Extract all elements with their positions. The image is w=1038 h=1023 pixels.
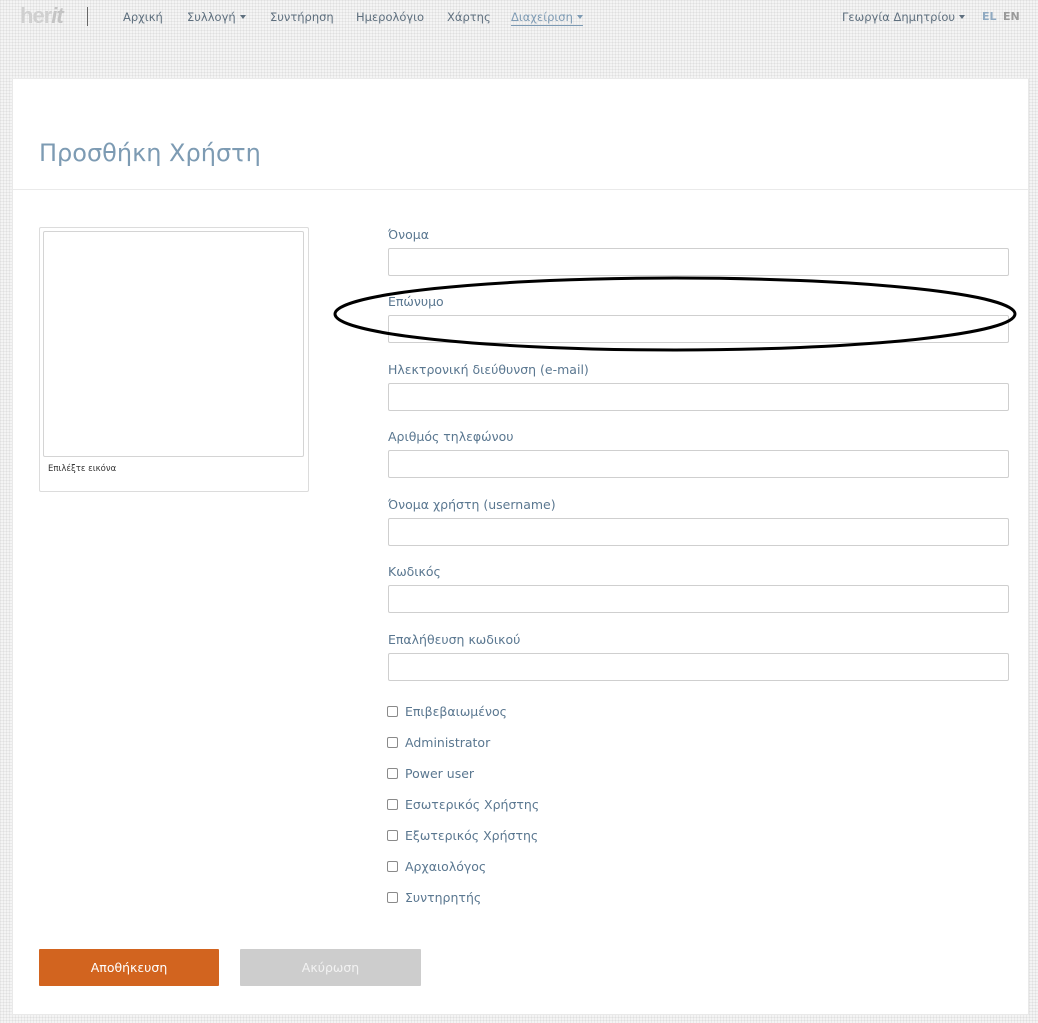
nav-item-collection-label: Συλλογή: [187, 10, 236, 24]
user-menu[interactable]: Γεωργία Δημητρίου: [842, 10, 966, 24]
page-title: Προσθήκη Χρήστη: [39, 139, 261, 167]
checkbox-conservator-label: Συντηρητής: [405, 890, 482, 905]
checkbox-administrator-label: Administrator: [405, 735, 491, 750]
nav-item-administration[interactable]: Διαχείριση: [511, 10, 583, 26]
checkbox-external-user-box[interactable]: [387, 830, 398, 841]
nav-item-home[interactable]: Αρχική: [123, 10, 163, 24]
title-divider: [13, 189, 1028, 190]
cancel-button[interactable]: Ακύρωση: [240, 949, 421, 986]
lang-el-link[interactable]: EL: [982, 10, 997, 23]
password-field[interactable]: [388, 585, 1009, 613]
checkbox-internal-user-label: Εσωτερικός Χρήστης: [405, 797, 540, 812]
username-label: Όνομα χρήστη (username): [388, 497, 556, 512]
checkbox-archaeologist-label: Αρχαιολόγος: [405, 859, 487, 874]
email-field[interactable]: [388, 383, 1009, 411]
image-picker[interactable]: Επιλέξτε εικόνα: [39, 227, 309, 492]
checkbox-verified-label: Επιβεβαιωμένος: [405, 704, 507, 719]
chevron-down-icon: [239, 14, 246, 19]
nav-item-conservation[interactable]: Συντήρηση: [270, 10, 334, 24]
password-label: Κωδικός: [388, 564, 441, 579]
last-name-field[interactable]: [388, 315, 1009, 343]
password-confirm-field[interactable]: [388, 653, 1009, 681]
password-confirm-label: Επαλήθευση κωδικού: [388, 632, 521, 647]
top-navbar: herit Αρχική Συλλογή Συντήρηση Ημερολόγι…: [0, 0, 1038, 36]
checkbox-power-user-box[interactable]: [387, 768, 398, 779]
logo-divider: [87, 7, 88, 26]
image-preview[interactable]: [43, 231, 304, 457]
first-name-label: Όνομα: [388, 227, 429, 242]
checkbox-power-user-label: Power user: [405, 766, 475, 781]
checkbox-external-user-label: Εξωτερικός Χρήστης: [405, 828, 539, 843]
last-name-label: Επώνυμο: [388, 294, 444, 309]
checkbox-conservator-box[interactable]: [387, 892, 398, 903]
nav-item-map[interactable]: Χάρτης: [447, 10, 491, 24]
add-user-card: Προσθήκη Χρήστη Επιλέξτε εικόνα Όνομα Επ…: [12, 78, 1029, 1015]
username-field[interactable]: [388, 518, 1009, 546]
logo-text-main: her: [20, 3, 52, 28]
phone-label: Αριθμός τηλεφώνου: [388, 429, 514, 444]
checkbox-verified-box[interactable]: [387, 706, 398, 717]
email-label: Ηλεκτρονική διεύθυνση (e-mail): [388, 362, 589, 377]
checkbox-archaeologist-box[interactable]: [387, 861, 398, 872]
nav-item-administration-label: Διαχείριση: [511, 10, 573, 24]
user-name: Γεωργία Δημητρίου: [842, 10, 956, 24]
lang-en-link[interactable]: EN: [1003, 10, 1020, 23]
checkbox-internal-user-box[interactable]: [387, 799, 398, 810]
nav-item-collection[interactable]: Συλλογή: [187, 10, 246, 24]
brand-logo[interactable]: herit: [20, 3, 64, 29]
nav-item-calendar[interactable]: Ημερολόγιο: [356, 10, 424, 24]
chevron-down-icon: [576, 14, 583, 19]
chevron-down-icon: [959, 14, 966, 19]
image-picker-caption: Επιλέξτε εικόνα: [48, 464, 117, 474]
logo-text-suffix: it: [51, 3, 63, 28]
checkbox-administrator-box[interactable]: [387, 737, 398, 748]
phone-field[interactable]: [388, 450, 1009, 478]
first-name-field[interactable]: [388, 248, 1009, 276]
save-button[interactable]: Αποθήκευση: [39, 949, 219, 986]
